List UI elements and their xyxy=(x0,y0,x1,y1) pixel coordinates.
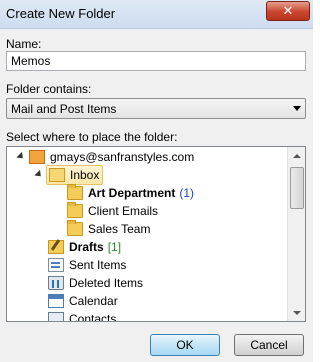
contacts-icon xyxy=(48,312,64,321)
ok-button[interactable]: OK xyxy=(150,334,220,356)
tree-item-client-emails[interactable]: Client Emails xyxy=(67,202,158,220)
tree-item-art-department[interactable]: Art Department (1) xyxy=(67,184,194,202)
inbox-icon xyxy=(49,168,65,182)
tree-item-label: Sales Team xyxy=(88,222,151,236)
tree-item-label: Inbox xyxy=(70,168,100,182)
close-button[interactable]: ✕ xyxy=(266,1,310,21)
tree-item-contacts[interactable]: Contacts xyxy=(48,310,117,322)
arrow-down-icon xyxy=(292,310,301,315)
ok-button-label: OK xyxy=(176,338,194,352)
tree-item-label: Deleted Items xyxy=(69,276,144,290)
scroll-down-button[interactable] xyxy=(288,304,305,321)
tree-item-inbox[interactable]: Inbox xyxy=(46,165,104,185)
dialog-title: Create New Folder xyxy=(6,6,116,21)
collapse-arrow-icon[interactable] xyxy=(16,151,26,162)
scroll-up-button[interactable] xyxy=(288,147,305,164)
folder-tree: gmays@sanfranstyles.com Inbox Art Depart… xyxy=(6,146,306,322)
arrow-up-icon xyxy=(292,153,301,158)
name-input[interactable]: Memos xyxy=(6,51,306,71)
folder-contains-select[interactable]: Mail and Post Items xyxy=(6,98,306,119)
cancel-button-label: Cancel xyxy=(250,338,288,352)
chevron-down-icon xyxy=(293,106,301,111)
folder-icon xyxy=(67,202,83,218)
unread-count: (1) xyxy=(179,186,195,200)
collapse-arrow-icon[interactable] xyxy=(34,169,44,180)
tree-item-label: Contacts xyxy=(69,312,117,322)
mailbox-icon xyxy=(29,150,45,164)
tree-item-label: Art Department xyxy=(88,186,176,200)
tree-item-calendar[interactable]: Calendar xyxy=(48,292,118,310)
drafts-icon xyxy=(48,239,64,254)
tree-item-sent-items[interactable]: Sent Items xyxy=(48,256,126,274)
tree-scrollbar[interactable] xyxy=(287,147,305,321)
folder-contains-label: Folder contains: xyxy=(6,82,92,96)
title-bar: Create New Folder ✕ xyxy=(0,0,313,29)
tree-item-label: gmays@sanfranstyles.com xyxy=(50,150,195,164)
scrollbar-thumb[interactable] xyxy=(290,167,304,209)
tree-item-label: Calendar xyxy=(69,294,118,308)
draft-count: [1] xyxy=(107,240,122,254)
calendar-icon xyxy=(48,294,64,308)
sent-items-icon xyxy=(48,258,64,272)
trash-icon xyxy=(48,276,64,290)
folder-contains-value: Mail and Post Items xyxy=(11,102,117,116)
tree-item-sales-team[interactable]: Sales Team xyxy=(67,220,150,238)
tree-item-label: Sent Items xyxy=(69,258,127,272)
close-icon: ✕ xyxy=(282,3,294,18)
name-input-value: Memos xyxy=(11,54,51,68)
tree-item-label: Client Emails xyxy=(88,204,159,218)
tree-item-account[interactable]: gmays@sanfranstyles.com xyxy=(29,148,194,166)
tree-item-label: Drafts xyxy=(69,240,104,254)
folder-icon xyxy=(67,220,83,236)
place-label: Select where to place the folder: xyxy=(6,130,178,144)
folder-icon xyxy=(67,184,83,200)
name-label: Name: xyxy=(6,37,42,51)
create-new-folder-dialog: Create New Folder ✕ Name: Memos Folder c… xyxy=(0,0,313,362)
tree-item-deleted-items[interactable]: Deleted Items xyxy=(48,274,143,292)
tree-item-drafts[interactable]: Drafts [1] xyxy=(48,238,121,256)
cancel-button[interactable]: Cancel xyxy=(234,334,304,356)
